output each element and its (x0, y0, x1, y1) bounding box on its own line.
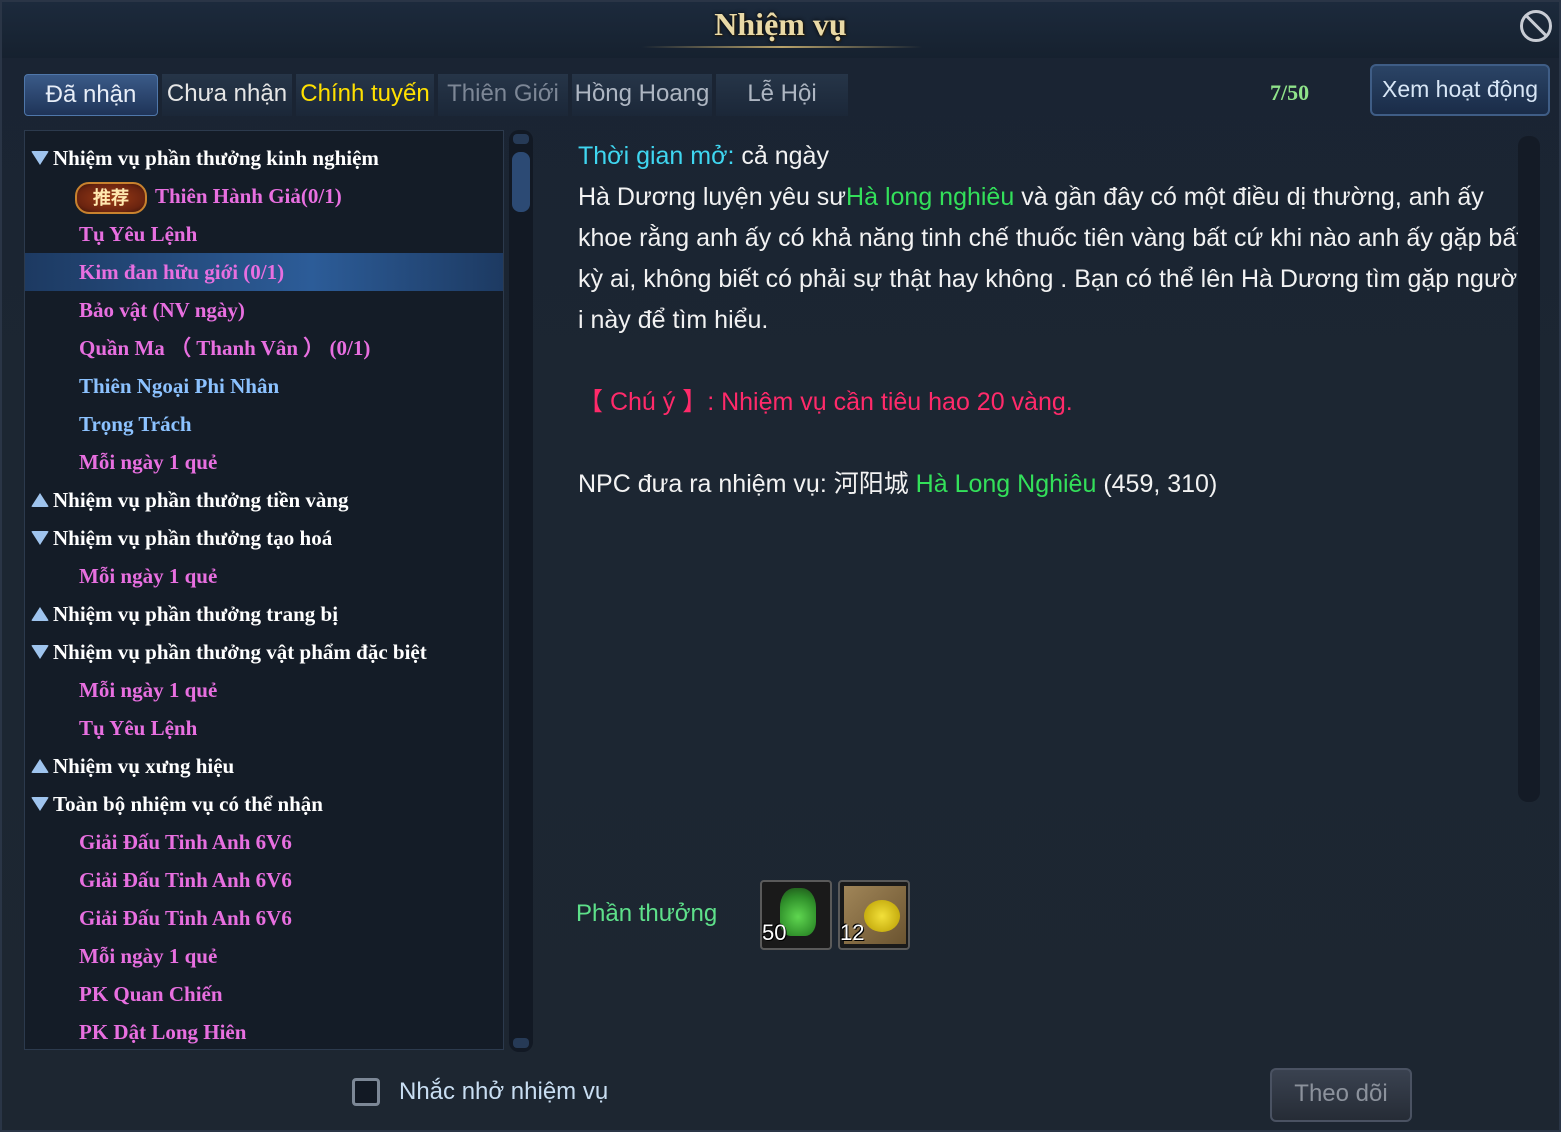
collapse-icon[interactable] (31, 151, 49, 165)
scroll-down-icon[interactable] (513, 1038, 529, 1048)
reward-qty: 12 (840, 920, 865, 945)
quest-item[interactable]: Mỗi ngày 1 quẻ (25, 937, 503, 975)
tab-thien-gioi[interactable]: Thiên Giới (438, 74, 568, 116)
open-time-value: cả ngày (734, 142, 829, 170)
category-gold-reward[interactable]: Nhiệm vụ phần thưởng tiền vàng (25, 481, 503, 519)
title-divider (642, 46, 922, 48)
category-label: Nhiệm vụ phần thưởng kinh nghiệm (53, 146, 379, 170)
quest-item[interactable]: Thiên Ngoại Phi Nhân (25, 367, 503, 405)
npc-coords: (459, 310) (1096, 470, 1218, 498)
npc-giver: NPC đưa ra nhiệm vụ: 河阳城 Hà Long Nghiêu … (578, 464, 1528, 505)
quest-window: Nhiệm vụ Đã nhận Chưa nhận Chính tuyến T… (0, 0, 1561, 1132)
quest-item[interactable]: Trọng Trách (25, 405, 503, 443)
description-line: khoe rằng anh ấy có khả năng tinh chế th… (578, 224, 1524, 252)
quest-label: Thiên Hành Giả(0/1) (155, 184, 342, 208)
desc-text: Hà Dương luyện yêu sư (578, 183, 847, 211)
expand-icon[interactable] (31, 607, 49, 621)
category-label: Nhiệm vụ phần thưởng vật phẩm đặc biệt (53, 640, 427, 664)
desc-text: và gần đây có một điều dị thường, anh ấy (1014, 183, 1484, 211)
quest-item[interactable]: PK Dật Long Hiên (25, 1013, 503, 1049)
reward-slot[interactable]: 50 (760, 880, 832, 950)
detail-scrollbar[interactable] (1518, 136, 1540, 802)
category-equipment-reward[interactable]: Nhiệm vụ phần thưởng trang bị (25, 595, 503, 633)
open-time: Thời gian mở: cả ngày (578, 136, 1528, 177)
quest-item[interactable]: Mỗi ngày 1 quẻ (25, 443, 503, 481)
quest-item[interactable]: Bảo vật (NV ngày) (25, 291, 503, 329)
description-line: kỳ ai, không biết có phải sự thật hay kh… (578, 265, 1518, 293)
category-all-available[interactable]: Toàn bộ nhiệm vụ có thể nhận (25, 785, 503, 823)
description-line: Hà Dương luyện yêu sưHà long nghiêu và g… (578, 177, 1528, 218)
open-time-label: Thời gian mở: (578, 142, 735, 170)
follow-button[interactable]: Theo dõi (1270, 1068, 1412, 1122)
close-icon[interactable] (1520, 10, 1552, 42)
npc-name-link[interactable]: Hà Long Nghiêu (916, 470, 1097, 498)
quest-item[interactable]: Giải Đấu Tinh Anh 6V6 (25, 861, 503, 899)
window-title: Nhiệm vụ (714, 6, 847, 42)
quest-item[interactable]: Mỗi ngày 1 quẻ (25, 557, 503, 595)
reward-slot[interactable]: 12 (838, 880, 910, 950)
quest-list: Nhiệm vụ phần thưởng kinh nghiệm 推荐 Thiên… (24, 130, 504, 1050)
recommend-badge-icon: 推荐 (75, 182, 147, 215)
quest-list-scrollbar[interactable] (509, 130, 533, 1052)
quest-item[interactable]: 推荐 Thiên Hành Giả(0/1) (25, 177, 503, 215)
category-label: Nhiệm vụ phần thưởng trang bị (53, 602, 339, 626)
quest-counter: 7/50 (1270, 80, 1310, 105)
category-label: Nhiệm vụ phần thưởng tiền vàng (53, 488, 349, 512)
title-bar: Nhiệm vụ (2, 2, 1559, 58)
scroll-up-icon[interactable] (513, 134, 529, 144)
category-title-quests[interactable]: Nhiệm vụ xưng hiệu (25, 747, 503, 785)
category-special-item-reward[interactable]: Nhiệm vụ phần thưởng vật phẩm đặc biệt (25, 633, 503, 671)
tab-bar: Đã nhận Chưa nhận Chính tuyến Thiên Giới… (24, 74, 854, 118)
expand-icon[interactable] (31, 759, 49, 773)
quest-item[interactable]: Quần Ma （ Thanh Vân ） (0/1) (25, 329, 503, 367)
quest-item[interactable]: Mỗi ngày 1 quẻ (25, 671, 503, 709)
collapse-icon[interactable] (31, 531, 49, 545)
view-activity-button[interactable]: Xem hoạt động (1370, 64, 1550, 116)
collapse-icon[interactable] (31, 797, 49, 811)
description-line: i này để tìm hiểu. (578, 306, 769, 334)
quest-item-selected[interactable]: Kim đan hữu giới (0/1) (25, 253, 503, 291)
quest-detail: Thời gian mở: cả ngày Hà Dương luyện yêu… (578, 136, 1528, 505)
reminder-checkbox[interactable] (352, 1078, 380, 1106)
category-label: Nhiệm vụ phần thưởng tạo hoá (53, 526, 333, 550)
category-creation-reward[interactable]: Nhiệm vụ phần thưởng tạo hoá (25, 519, 503, 557)
quest-item[interactable]: Giải Đấu Tinh Anh 6V6 (25, 899, 503, 937)
note-text: 【 Chú ý 】: Nhiệm vụ cần tiêu hao 20 vàng… (578, 388, 1073, 416)
cost-note: 【 Chú ý 】: Nhiệm vụ cần tiêu hao 20 vàng… (578, 382, 1528, 423)
quest-item[interactable]: Tụ Yêu Lệnh (25, 215, 503, 253)
category-exp-reward[interactable]: Nhiệm vụ phần thưởng kinh nghiệm (25, 139, 503, 177)
tab-hong-hoang[interactable]: Hồng Hoang (572, 74, 712, 116)
tab-not-accepted[interactable]: Chưa nhận (162, 74, 292, 116)
quest-item[interactable]: Giải Đấu Tinh Anh 6V6 (25, 823, 503, 861)
quest-item[interactable]: PK Quan Chiến (25, 975, 503, 1013)
scrollbar-thumb[interactable] (512, 152, 530, 212)
reminder-label: Nhắc nhở nhiệm vụ (399, 1078, 609, 1105)
reward-label: Phần thưởng (576, 900, 718, 927)
tab-main-line[interactable]: Chính tuyến (296, 74, 434, 116)
tab-le-hoi[interactable]: Lễ Hội (716, 74, 848, 116)
reward-qty: 50 (762, 920, 787, 945)
quest-item[interactable]: Tụ Yêu Lệnh (25, 709, 503, 747)
expand-icon[interactable] (31, 493, 49, 507)
category-label: Toàn bộ nhiệm vụ có thể nhận (53, 792, 323, 816)
collapse-icon[interactable] (31, 645, 49, 659)
category-label: Nhiệm vụ xưng hiệu (53, 754, 235, 778)
tab-accepted[interactable]: Đã nhận (24, 74, 158, 116)
npc-link[interactable]: Hà long nghiêu (846, 183, 1014, 211)
npc-label: NPC đưa ra nhiệm vụ: 河阳城 (578, 470, 916, 498)
